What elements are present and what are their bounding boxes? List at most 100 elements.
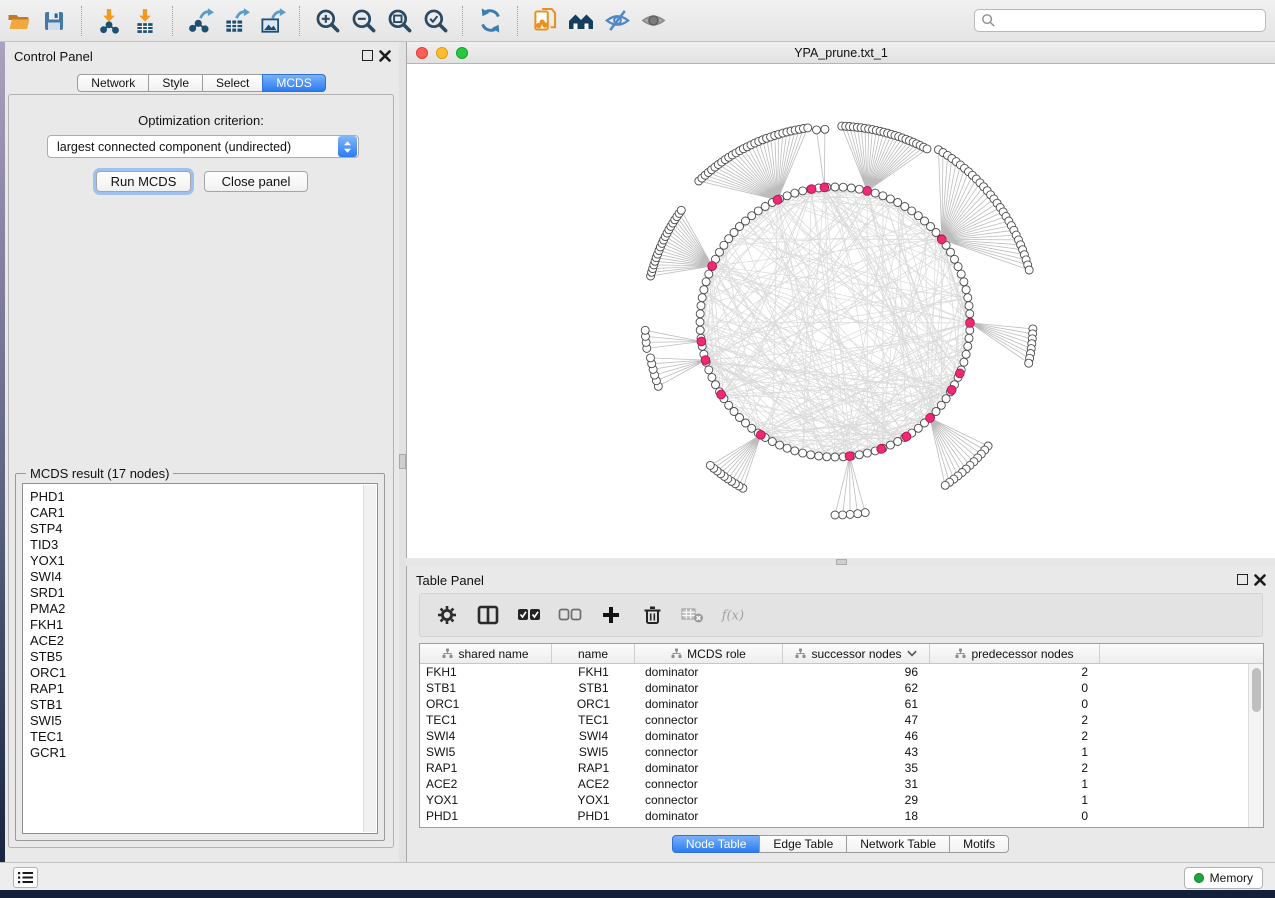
export-image-button[interactable] [254,4,290,38]
table-row[interactable]: TEC1TEC1connector472 [420,712,1248,728]
cell-predecessor-nodes: 2 [930,729,1100,743]
memory-button[interactable]: Memory [1184,867,1263,889]
cell-predecessor-nodes: 0 [930,809,1100,823]
task-history-button[interactable] [13,867,38,888]
result-node-item[interactable]: SWI5 [30,713,377,729]
result-node-item[interactable]: STB5 [30,649,377,665]
table-row[interactable]: PHD1PHD1dominator180 [420,808,1248,824]
result-node-item[interactable]: FKH1 [30,617,377,633]
result-node-item[interactable]: STP4 [30,521,377,537]
table-row[interactable]: FKH1FKH1dominator962 [420,664,1248,680]
horizontal-splitter[interactable] [406,558,1275,566]
close-panel-icon[interactable] [379,50,391,62]
result-node-item[interactable]: CAR1 [30,505,377,521]
table-panel-header: Table Panel [407,566,1275,594]
cell-predecessor-nodes: 2 [930,761,1100,775]
zoom-selected-button[interactable] [417,4,453,38]
tab-network-table[interactable]: Network Table [846,835,950,853]
network-titlebar[interactable]: YPA_prune.txt_1 [407,42,1275,64]
splitter-grip[interactable] [836,559,847,565]
clone-network-icon [532,7,559,34]
import-table-button[interactable] [127,4,163,38]
table-row[interactable]: YOX1YOX1connector291 [420,792,1248,808]
run-mcds-button[interactable]: Run MCDS [96,171,191,192]
network-canvas[interactable] [407,64,1275,558]
export-table-button[interactable] [218,4,254,38]
result-node-item[interactable]: YOX1 [30,553,377,569]
result-scrollbar[interactable] [363,485,376,832]
column-header-predecessor-nodes[interactable]: predecessor nodes [930,644,1100,663]
open-session-button[interactable] [0,4,36,38]
export-network-button[interactable] [182,4,218,38]
table-mode-button[interactable] [475,602,501,628]
tab-node-table[interactable]: Node Table [672,835,761,853]
result-node-item[interactable]: TEC1 [30,729,377,745]
result-node-item[interactable]: SRD1 [30,585,377,601]
splitter-grip[interactable] [399,454,406,469]
tab-select[interactable]: Select [202,74,263,92]
deselect-all-button[interactable] [557,602,583,628]
result-node-item[interactable]: ACE2 [30,633,377,649]
zoom-fit-button[interactable] [381,4,417,38]
cell-shared-name: RAP1 [420,761,552,775]
hide-details-button[interactable] [599,4,635,38]
table-row[interactable]: SWI5SWI5connector431 [420,744,1248,760]
result-node-item[interactable]: RAP1 [30,681,377,697]
zoom-out-button[interactable] [345,4,381,38]
table-row[interactable]: RAP1RAP1dominator352 [420,760,1248,776]
result-node-item[interactable]: STB1 [30,697,377,713]
table-scrollbar[interactable] [1248,664,1263,827]
select-all-button[interactable] [516,602,542,628]
table-row[interactable]: STB1STB1dominator620 [420,680,1248,696]
column-header-name[interactable]: name [552,644,635,663]
scrollbar-thumb[interactable] [1252,668,1261,712]
result-node-item[interactable]: PMA2 [30,601,377,617]
mcds-result-list[interactable]: PHD1CAR1STP4TID3YOX1SWI4SRD1PMA2FKH1ACE2… [22,483,378,834]
delete-table-button[interactable] [680,602,706,628]
delete-column-icon [643,605,662,625]
column-header-successor-nodes[interactable]: successor nodes [783,644,930,663]
tab-style[interactable]: Style [148,74,203,92]
tab-mcds[interactable]: MCDS [262,74,325,92]
column-header-shared-name[interactable]: shared name [420,644,552,663]
tab-network[interactable]: Network [77,74,149,92]
table-row[interactable]: ACE2ACE2connector311 [420,776,1248,792]
show-details-button[interactable] [635,4,671,38]
close-panel-icon[interactable] [1254,574,1266,586]
table-settings-icon [437,605,457,625]
float-panel-icon[interactable] [1237,574,1248,585]
optimization-criterion-select[interactable]: largest connected component (undirected) [47,135,359,158]
network-graph[interactable] [407,64,1275,558]
result-node-item[interactable]: TID3 [30,537,377,553]
result-node-item[interactable]: SWI4 [30,569,377,585]
toolbar-separator [299,6,300,36]
search-input[interactable] [996,12,1259,30]
float-panel-icon[interactable] [362,50,373,61]
refresh-button[interactable] [472,4,508,38]
zoom-in-button[interactable] [309,4,345,38]
clone-network-button[interactable] [527,4,563,38]
result-node-item[interactable]: GCR1 [30,745,377,761]
delete-column-button[interactable] [639,602,665,628]
import-network-button[interactable] [91,4,127,38]
result-node-item[interactable]: ORC1 [30,665,377,681]
cell-mcds-role: dominator [635,729,783,743]
vertical-splitter[interactable] [399,42,406,862]
toolbar-separator [462,6,463,36]
tab-motifs[interactable]: Motifs [949,835,1009,853]
table-row[interactable]: ORC1ORC1dominator610 [420,696,1248,712]
add-column-button[interactable] [598,602,624,628]
cell-name: FKH1 [552,665,635,679]
column-header-mcds-role[interactable]: MCDS role [635,644,783,663]
cell-predecessor-nodes: 1 [930,777,1100,791]
cell-successor-nodes: 47 [783,713,930,727]
close-panel-button[interactable]: Close panel [204,171,308,192]
table-row[interactable]: SWI4SWI4dominator462 [420,728,1248,744]
home-button[interactable] [563,4,599,38]
function-builder-button[interactable]: f(x) [721,602,747,628]
tab-edge-table[interactable]: Edge Table [759,835,847,853]
save-session-button[interactable] [36,4,72,38]
table-toolbar: f(x) [419,593,1263,637]
result-node-item[interactable]: PHD1 [30,489,377,505]
table-settings-button[interactable] [434,602,460,628]
